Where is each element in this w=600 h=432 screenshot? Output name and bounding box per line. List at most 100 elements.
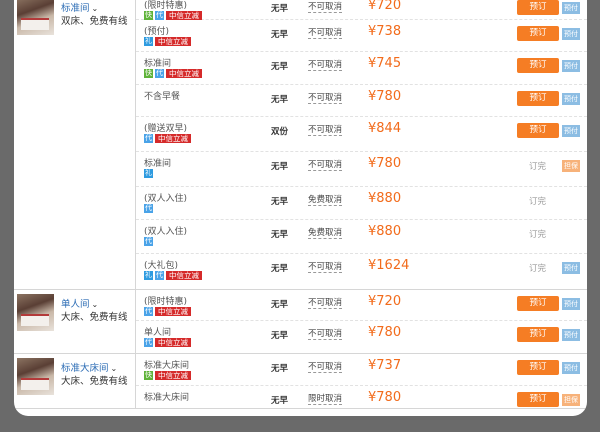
- gift-tag: 礼: [144, 271, 153, 280]
- breakfast-info: 无早: [271, 95, 289, 105]
- rate-row: (限时特惠) 快代中信立减 无早 不可取消 ¥720 预订 预付: [136, 0, 587, 20]
- room-rate-table: 标准间 ⌄ 双床、免费有线 (限时特惠) 快代中信立减 无早 不可取消 ¥720 预订 预付 (预付…: [14, 0, 587, 416]
- book-button[interactable]: 预订: [517, 392, 559, 407]
- room-photo[interactable]: [17, 0, 54, 35]
- book-button[interactable]: 预订: [517, 91, 559, 106]
- agent-tag: 代: [155, 69, 164, 78]
- room-info: 标准间 ⌄ 双床、免费有线: [14, 0, 136, 289]
- rate-tags: 代中信立减: [144, 134, 193, 144]
- citic-discount-tag: 中信立减: [155, 37, 191, 46]
- agent-tag: 代: [144, 134, 153, 143]
- room-description: 大床、免费有线: [61, 312, 128, 323]
- chevron-down-icon[interactable]: ⌄: [92, 4, 99, 13]
- breakfast-info: 无早: [271, 30, 289, 40]
- cancel-policy[interactable]: 不可取消: [308, 2, 343, 13]
- room-name-link[interactable]: 单人间 ⌄: [61, 296, 98, 310]
- room-info: 单人间 ⌄ 大床、免费有线: [14, 290, 136, 353]
- rate-tags: 代中信立减: [144, 338, 193, 348]
- room-group: 标准大床间 ⌄ 大床、免费有线 标准大床间快中信立减 无早 不可取消 ¥737 预订 预付 标准大…: [14, 354, 587, 409]
- room-info: 标准大床间 ⌄ 大床、免费有线: [14, 354, 136, 408]
- sold-out-label: 订完: [529, 197, 547, 207]
- citic-discount-tag: 中信立减: [166, 69, 202, 78]
- rate-name: (预付): [144, 27, 170, 37]
- citic-discount-tag: 中信立减: [166, 271, 202, 280]
- book-button[interactable]: 预订: [517, 123, 559, 138]
- rate-row: 单人间代中信立减 无早 不可取消 ¥780 预订 预付: [136, 321, 587, 354]
- rate-row: (双人入住) 代 无早 免费取消 ¥880 订完: [136, 220, 587, 254]
- room-photo[interactable]: [17, 358, 54, 395]
- gift-tag: 礼: [144, 37, 153, 46]
- book-button[interactable]: 预订: [517, 296, 559, 311]
- cancel-policy[interactable]: 不可取消: [308, 60, 343, 71]
- cancel-policy[interactable]: 不可取消: [308, 298, 343, 309]
- rate-tags: 代中信立减: [144, 307, 193, 317]
- book-button[interactable]: 预订: [517, 0, 559, 15]
- guarantee-tag: 担保: [562, 394, 580, 406]
- price: ¥780: [368, 390, 402, 405]
- rate-name: (赠送双早): [144, 124, 188, 134]
- citic-discount-tag: 中信立减: [155, 134, 191, 143]
- cancel-policy[interactable]: 不可取消: [308, 362, 343, 373]
- rate-name: (限时特惠): [144, 1, 188, 11]
- citic-discount-tag: 中信立减: [155, 371, 191, 380]
- agent-tag: 代: [144, 307, 153, 316]
- price: ¥780: [368, 325, 402, 340]
- breakfast-info: 无早: [271, 162, 289, 172]
- breakfast-info: 无早: [271, 230, 289, 240]
- prepay-tag: 预付: [562, 262, 580, 274]
- rate-row: 标准大床间快中信立减 无早 不可取消 ¥737 预订 预付: [136, 354, 587, 386]
- rate-row: 不含早餐 无早 不可取消 ¥780 预订 预付: [136, 85, 587, 117]
- price: ¥720: [368, 294, 402, 309]
- price: ¥780: [368, 156, 402, 171]
- fast-confirm-tag: 快: [144, 11, 153, 20]
- sold-out-label: 订完: [529, 264, 547, 274]
- cancel-policy[interactable]: 不可取消: [308, 329, 343, 340]
- room-name-link[interactable]: 标准大床间 ⌄: [61, 360, 117, 374]
- rate-row: 标准间礼 无早 不可取消 ¥780 订完 担保: [136, 152, 587, 187]
- rate-row: (大礼包) 礼代中信立减 无早 不可取消 ¥1624 订完 预付: [136, 254, 587, 290]
- cancel-policy[interactable]: 不可取消: [308, 125, 343, 136]
- rate-name: 标准间: [144, 59, 172, 69]
- sold-out-label: 订完: [529, 230, 547, 240]
- room-name-link[interactable]: 标准间 ⌄: [61, 0, 98, 14]
- book-button[interactable]: 预订: [517, 58, 559, 73]
- book-button[interactable]: 预订: [517, 26, 559, 41]
- cancel-policy[interactable]: 限时取消: [308, 394, 343, 405]
- rate-row: (限时特惠) 代中信立减 无早 不可取消 ¥720 预订 预付: [136, 290, 587, 321]
- gift-tag: 礼: [144, 169, 153, 178]
- cancel-policy[interactable]: 免费取消: [308, 228, 343, 239]
- prepay-tag: 预付: [562, 298, 580, 310]
- price: ¥720: [368, 0, 402, 13]
- cancel-policy[interactable]: 免费取消: [308, 195, 343, 206]
- citic-discount-tag: 中信立减: [155, 307, 191, 316]
- price: ¥844: [368, 121, 402, 136]
- chevron-down-icon[interactable]: ⌄: [92, 300, 99, 309]
- chevron-down-icon[interactable]: ⌄: [111, 364, 118, 373]
- breakfast-info: 无早: [271, 364, 289, 374]
- agent-tag: 代: [155, 11, 164, 20]
- price: ¥737: [368, 358, 402, 373]
- cancel-policy[interactable]: 不可取消: [308, 262, 343, 273]
- rate-tags: 快中信立减: [144, 371, 193, 381]
- rate-row: (预付) 礼中信立减 无早 不可取消 ¥738 预订 预付: [136, 20, 587, 52]
- rate-row: 标准大床间 无早 限时取消 ¥780 预订 担保: [136, 386, 587, 409]
- prepay-tag: 预付: [562, 2, 580, 14]
- fast-confirm-tag: 快: [144, 69, 153, 78]
- rate-tags: 礼: [144, 169, 155, 179]
- book-button[interactable]: 预订: [517, 360, 559, 375]
- prepay-tag: 预付: [562, 28, 580, 40]
- sold-out-label: 订完: [529, 162, 547, 172]
- cancel-policy[interactable]: 不可取消: [308, 93, 343, 104]
- price: ¥738: [368, 24, 402, 39]
- book-button[interactable]: 预订: [517, 327, 559, 342]
- room-photo[interactable]: [17, 294, 54, 331]
- rate-row: (赠送双早) 代中信立减 双份 不可取消 ¥844 预订 预付: [136, 117, 587, 152]
- prepay-tag: 预付: [562, 362, 580, 374]
- prepay-tag: 预付: [562, 93, 580, 105]
- rate-name: 不含早餐: [144, 92, 181, 102]
- agent-tag: 代: [144, 237, 153, 246]
- cancel-policy[interactable]: 不可取消: [308, 160, 343, 171]
- cancel-policy[interactable]: 不可取消: [308, 28, 343, 39]
- room-description: 双床、免费有线: [61, 16, 128, 27]
- prepay-tag: 预付: [562, 329, 580, 341]
